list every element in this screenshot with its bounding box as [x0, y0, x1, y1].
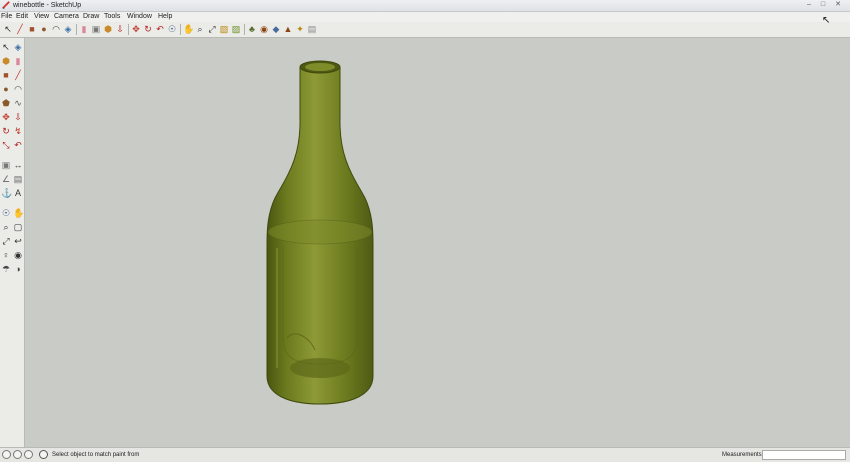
follow-me-icon[interactable]: ↯ — [13, 126, 23, 136]
make-component-icon[interactable]: ◈ — [13, 42, 23, 52]
move-icon[interactable]: ✥ — [1, 112, 11, 122]
circle-icon[interactable]: ● — [1, 84, 11, 94]
select-arrow-icon[interactable]: ↖ — [1, 42, 11, 52]
menu-edit[interactable]: Edit — [16, 12, 28, 22]
paint-bucket-icon[interactable]: ⬢ — [103, 24, 113, 34]
zoom-window-icon[interactable]: ▢ — [13, 222, 23, 232]
arc-icon[interactable]: ◠ — [51, 24, 61, 34]
freehand-icon[interactable]: ∿ — [13, 98, 23, 108]
line-icon[interactable]: ╱ — [13, 70, 23, 80]
menu-draw[interactable]: Draw — [83, 12, 99, 22]
mouse-cursor-icon: ↖ — [822, 15, 831, 26]
eraser-icon[interactable]: ▮ — [13, 56, 23, 66]
previous-view-icon[interactable]: ▧ — [219, 24, 229, 34]
wine-bottle-model[interactable] — [25, 38, 850, 447]
scale-icon[interactable]: ⤡ — [1, 140, 11, 150]
share-component-icon[interactable]: ▲ — [283, 24, 293, 34]
pan-icon[interactable]: ✋ — [13, 208, 24, 218]
status-bar: Select object to match paint from Measur… — [0, 447, 850, 462]
minimize-button[interactable]: – — [804, 1, 814, 9]
push-pull-icon[interactable]: ⇩ — [13, 112, 23, 122]
menu-file[interactable]: File — [1, 12, 12, 22]
status-message: Select object to match paint from — [52, 452, 140, 458]
arc-icon[interactable]: ◠ — [13, 84, 23, 94]
menu-view[interactable]: View — [34, 12, 49, 22]
3d-text-icon[interactable]: A — [13, 188, 23, 198]
zoom-extents-icon[interactable]: ⤢ — [207, 24, 217, 34]
rectangle-icon[interactable]: ■ — [1, 70, 11, 80]
orbit-icon[interactable]: ☉ — [167, 24, 177, 34]
main-toolbar: ↖ ╱ ■ ● ◠ ◈ ▮ ▣ ⬢ ⇩ ✥ ↻ ↶ ☉ ✋ ⌕ ⤢ ▧ ▨ ♣ ◉ ◆ ▲ ✦ ▤ — [0, 22, 850, 38]
zoom-icon[interactable]: ⌕ — [195, 24, 205, 34]
toolbar-separator — [128, 24, 129, 35]
axes-icon[interactable]: ⚓ — [1, 188, 12, 198]
modeling-viewport[interactable] — [25, 38, 850, 447]
credits-icon[interactable] — [13, 450, 22, 459]
title-bar: winebottle - SketchUp – □ ✕ — [0, 0, 850, 12]
push-pull-icon[interactable]: ⇩ — [115, 24, 125, 34]
dimension-icon[interactable]: ↔ — [13, 160, 23, 170]
toolbar-separator — [180, 24, 181, 35]
offset-icon[interactable]: ↶ — [155, 24, 165, 34]
circle-icon[interactable]: ● — [39, 24, 49, 34]
rotate-icon[interactable]: ↻ — [143, 24, 153, 34]
close-button[interactable]: ✕ — [833, 1, 843, 9]
protractor-icon[interactable]: ∠ — [1, 174, 11, 184]
geo-location-icon[interactable] — [2, 450, 11, 459]
offset-icon[interactable]: ↶ — [13, 140, 23, 150]
pencil-line-icon[interactable]: ╱ — [15, 24, 25, 34]
window-title: winebottle - SketchUp — [13, 2, 82, 9]
extension-warehouse-icon[interactable]: ✦ — [295, 24, 305, 34]
text-icon[interactable]: ▤ — [13, 174, 23, 184]
paint-bucket-icon[interactable]: ⬢ — [1, 56, 11, 66]
tape-measure-icon[interactable]: ▣ — [1, 160, 11, 170]
maximize-button[interactable]: □ — [818, 1, 828, 9]
toolbar-separator — [76, 24, 77, 35]
move-icon[interactable]: ✥ — [131, 24, 141, 34]
polygon-icon[interactable]: ⬟ — [1, 98, 11, 108]
zoom-extents-icon[interactable]: ⤢ — [1, 236, 11, 246]
position-camera-icon[interactable]: ♀ — [1, 250, 11, 260]
measurements-input[interactable] — [762, 450, 846, 460]
menu-tools[interactable]: Tools — [104, 12, 120, 22]
next-view-icon[interactable]: ▨ — [231, 24, 241, 34]
section-plane-icon[interactable]: ◑ — [13, 264, 23, 274]
large-tool-set-toolbar: ↖ ◈ ⬢ ▮ ■ ╱ ● ◠ ⬟ ∿ ✥ ⇩ ↻ ↯ ⤡ ↶ ▣ ↔ ∠ ▤ ⚓ A ☉ ✋ ⌕ ▢ ⤢ ↩ ♀ ◉ ☂ ◑ — [0, 38, 25, 448]
share-model-icon[interactable]: ◆ — [271, 24, 281, 34]
rotate-icon[interactable]: ↻ — [1, 126, 11, 136]
status-info-icon — [39, 450, 48, 459]
get-models-icon[interactable]: ◉ — [259, 24, 269, 34]
look-around-icon[interactable]: ◉ — [13, 250, 23, 260]
orbit-icon[interactable]: ☉ — [1, 208, 11, 218]
menu-bar: File Edit View Camera Draw Tools Window … — [0, 12, 850, 22]
walk-icon[interactable]: ☂ — [1, 264, 11, 274]
previous-view-icon[interactable]: ↩ — [13, 236, 23, 246]
tape-measure-icon[interactable]: ▣ — [91, 24, 101, 34]
help-icon[interactable] — [24, 450, 33, 459]
make-component-icon[interactable]: ◈ — [63, 24, 73, 34]
eraser-icon[interactable]: ▮ — [79, 24, 89, 34]
select-arrow-icon[interactable]: ↖ — [3, 24, 13, 34]
measurements-label: Measurements — [722, 452, 762, 458]
sketchup-logo-icon — [2, 1, 10, 9]
toolbar-separator — [244, 24, 245, 35]
liquid-surface — [267, 219, 373, 245]
bottle-punt — [290, 358, 350, 378]
layout-icon[interactable]: ▤ — [307, 24, 317, 34]
menu-help[interactable]: Help — [158, 12, 172, 22]
menu-camera[interactable]: Camera — [54, 12, 79, 22]
pan-icon[interactable]: ✋ — [183, 24, 194, 34]
place-model-icon[interactable]: ♣ — [247, 24, 257, 34]
menu-window[interactable]: Window — [127, 12, 152, 22]
rectangle-icon[interactable]: ■ — [27, 24, 37, 34]
zoom-icon[interactable]: ⌕ — [1, 222, 11, 232]
